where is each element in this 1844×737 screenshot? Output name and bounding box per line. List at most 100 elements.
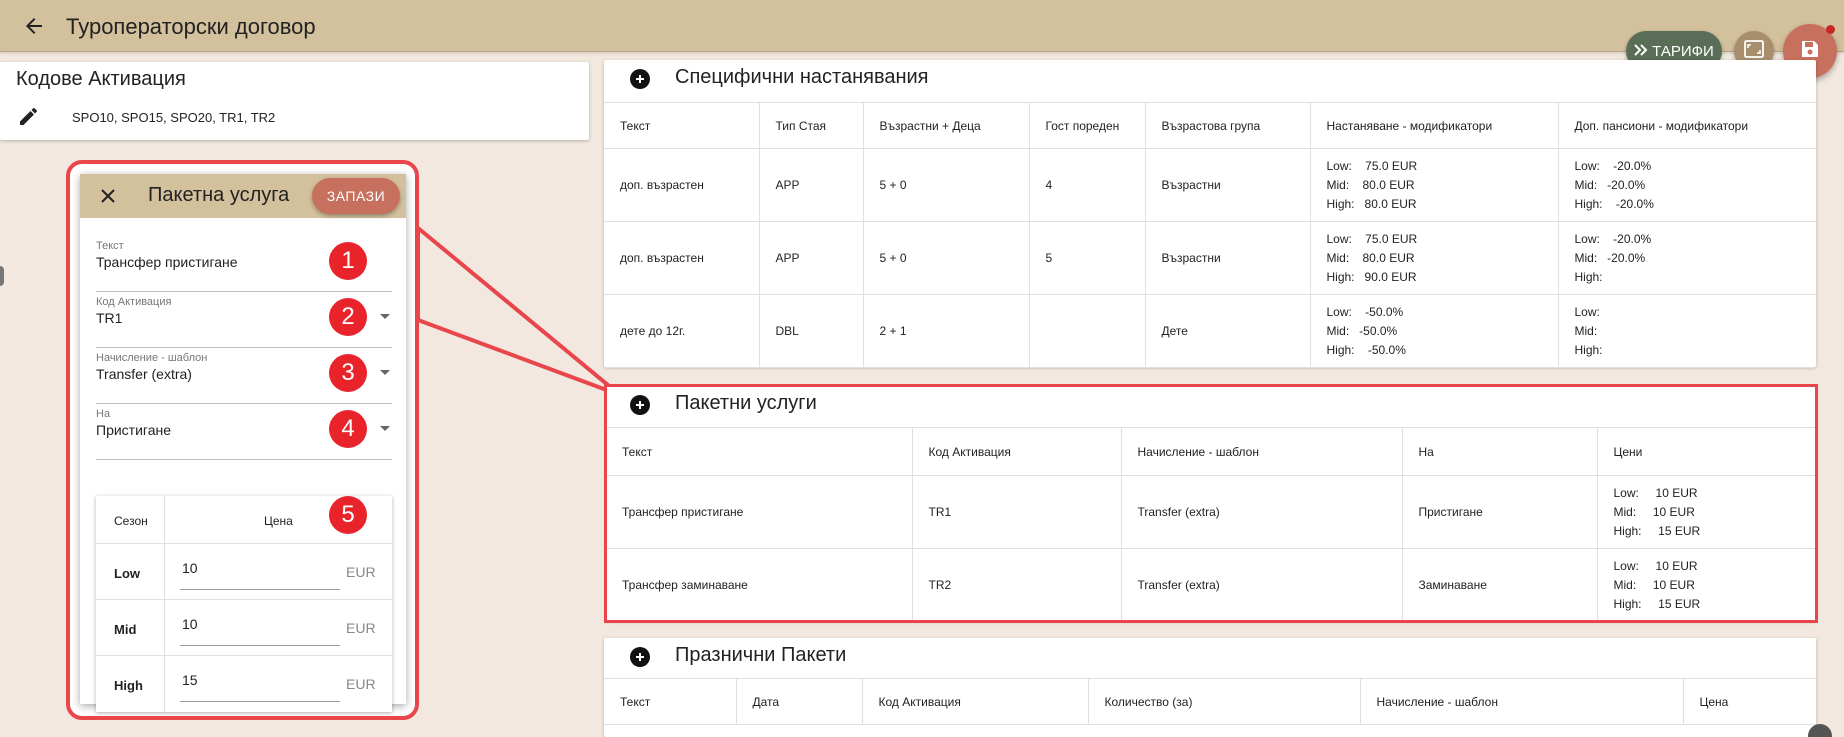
specific-accommodations-card: Специфични настанявания Текст Тип Стая В… bbox=[604, 60, 1816, 368]
mod-line: Low: -50.0% bbox=[1326, 304, 1404, 319]
step-badge-3: 3 bbox=[329, 354, 367, 392]
mod-line: Mid: bbox=[1574, 323, 1598, 338]
price-row: Mid 10 EUR bbox=[96, 600, 392, 656]
on-event-label: На bbox=[96, 408, 111, 420]
dialog-header: Пакетна услуга ЗАПАЗИ bbox=[80, 174, 406, 218]
column-header: Количество (за) bbox=[1088, 678, 1361, 725]
text-field-label: Текст bbox=[96, 240, 124, 252]
cell-guests: 5 + 0 bbox=[863, 221, 1030, 295]
season-name: Low bbox=[114, 566, 140, 581]
charge-template-label: Начисление - шаблон bbox=[96, 352, 208, 364]
cell-guests: 2 + 1 bbox=[863, 294, 1030, 368]
cell-guest-order: 4 bbox=[1029, 148, 1146, 222]
price-input[interactable]: 15 bbox=[180, 670, 340, 702]
activation-code-label: Код Активация bbox=[96, 296, 172, 308]
cell-room-type: DBL bbox=[759, 294, 864, 368]
mod-line: High: -50.0% bbox=[1326, 342, 1406, 357]
holiday-packages-title: Празнични Пакети bbox=[675, 644, 847, 666]
mod-line: High: bbox=[1574, 342, 1603, 357]
price-input[interactable]: 10 bbox=[180, 558, 340, 590]
package-service-callout: Пакетна услуга ЗАПАЗИ Текст Трансфер при… bbox=[66, 160, 419, 720]
price-input[interactable]: 10 bbox=[180, 614, 340, 646]
mod-line: High: 90.0 EUR bbox=[1326, 269, 1417, 284]
table-row[interactable]: доп. възрастен APP 5 + 0 5 Възрастни Low… bbox=[604, 221, 1816, 295]
caret-down-icon bbox=[380, 426, 390, 431]
price-value: 15 bbox=[182, 672, 198, 688]
table-row[interactable]: доп. възрастен APP 5 + 0 4 Възрастни Low… bbox=[604, 148, 1816, 222]
holiday-packages-card: Празнични Пакети Текст Дата Код Активаци… bbox=[604, 638, 1816, 737]
activation-codes-value: SPO10, SPO15, SPO20, TR1, TR2 bbox=[72, 110, 276, 125]
column-header: Код Активация bbox=[862, 678, 1089, 725]
cell-accommodation-mods: Low: 75.0 EUR Mid: 80.0 EUR High: 90.0 E… bbox=[1310, 221, 1559, 295]
column-header: Дата bbox=[736, 678, 863, 725]
column-header: Текст bbox=[604, 678, 737, 725]
step-badge-4: 4 bbox=[329, 410, 367, 448]
add-circle-icon[interactable] bbox=[630, 647, 650, 667]
mod-line: Mid: -20.0% bbox=[1574, 177, 1646, 192]
currency-suffix: EUR bbox=[346, 564, 376, 580]
column-header: Тип Стая bbox=[759, 102, 864, 149]
column-header: Текст bbox=[604, 102, 760, 149]
mod-line: Low: -20.0% bbox=[1574, 231, 1652, 246]
currency-suffix: EUR bbox=[346, 620, 376, 636]
activation-code-value: TR1 bbox=[96, 310, 123, 326]
add-circle-icon[interactable] bbox=[630, 69, 650, 89]
price-row: High 15 EUR bbox=[96, 656, 392, 712]
charge-template-value: Transfer (extra) bbox=[96, 366, 192, 382]
text-field-value: Трансфер пристигане bbox=[96, 254, 238, 270]
mod-line: Low: -20.0% bbox=[1574, 158, 1652, 173]
cell-guest-order: 5 bbox=[1029, 221, 1146, 295]
cell-board-mods: Low: -20.0% Mid: -20.0% High: -20.0% bbox=[1558, 148, 1816, 222]
holiday-packages-table: Текст Дата Код Активация Количество (за)… bbox=[604, 678, 1816, 725]
cell-room-type: APP bbox=[759, 221, 864, 295]
activation-codes-card: Кодове Активация SPO10, SPO15, SPO20, TR… bbox=[0, 62, 589, 140]
specific-accommodations-table: Текст Тип Стая Възрастни + Деца Гост пор… bbox=[604, 102, 1816, 368]
cell-guest-order bbox=[1029, 294, 1146, 368]
currency-suffix: EUR bbox=[346, 676, 376, 692]
side-drawer-handle[interactable] bbox=[0, 266, 4, 286]
table-header-row: Текст Дата Код Активация Количество (за)… bbox=[604, 678, 1816, 725]
season-name: Mid bbox=[114, 622, 137, 637]
mod-line: Mid: -50.0% bbox=[1326, 323, 1398, 338]
cell-board-mods: Low: Mid: High: bbox=[1558, 294, 1816, 368]
step-badge-5: 5 bbox=[329, 496, 367, 534]
dialog-save-button[interactable]: ЗАПАЗИ bbox=[312, 178, 400, 214]
cell-text: доп. възрастен bbox=[604, 221, 760, 295]
column-header: Доп. пансиони - модификатори bbox=[1558, 102, 1816, 149]
package-service-dialog: Пакетна услуга ЗАПАЗИ Текст Трансфер при… bbox=[80, 174, 406, 712]
help-fab-button[interactable] bbox=[1808, 724, 1832, 737]
price-header: Цена bbox=[264, 514, 293, 528]
pencil-icon[interactable] bbox=[18, 107, 38, 132]
price-value: 10 bbox=[182, 616, 198, 632]
table-row[interactable]: дете до 12г. DBL 2 + 1 Дете Low: -50.0% … bbox=[604, 294, 1816, 368]
specific-accommodations-title: Специфични настанявания bbox=[675, 66, 929, 88]
on-event-value: Пристигане bbox=[96, 422, 172, 438]
activation-codes-title: Кодове Активация bbox=[16, 68, 186, 90]
close-icon[interactable] bbox=[98, 186, 118, 206]
price-value: 10 bbox=[182, 560, 198, 576]
caret-down-icon bbox=[380, 370, 390, 375]
cell-text: дете до 12г. bbox=[604, 294, 760, 368]
highlight-frame bbox=[604, 384, 1818, 623]
mod-line: High: bbox=[1574, 269, 1603, 284]
column-header: Настаняване - модификатори bbox=[1310, 102, 1559, 149]
cell-room-type: APP bbox=[759, 148, 864, 222]
season-header: Сезон bbox=[114, 514, 148, 528]
step-badge-1: 1 bbox=[329, 242, 367, 280]
cell-accommodation-mods: Low: 75.0 EUR Mid: 80.0 EUR High: 80.0 E… bbox=[1310, 148, 1559, 222]
price-row: Low 10 EUR bbox=[96, 544, 392, 600]
cell-accommodation-mods: Low: -50.0% Mid: -50.0% High: -50.0% bbox=[1310, 294, 1559, 368]
mod-line: Low: 75.0 EUR bbox=[1326, 231, 1418, 246]
season-name: High bbox=[114, 678, 143, 693]
back-arrow-icon[interactable] bbox=[20, 12, 48, 40]
cell-guests: 5 + 0 bbox=[863, 148, 1030, 222]
dialog-title: Пакетна услуга bbox=[148, 184, 290, 206]
step-badge-2: 2 bbox=[329, 298, 367, 336]
cell-age-group: Възрастни bbox=[1145, 221, 1311, 295]
tarifi-label: ТАРИФИ bbox=[1652, 42, 1714, 60]
double-chevron-right-icon bbox=[1634, 43, 1648, 60]
cell-text: доп. възрастен bbox=[604, 148, 760, 222]
cell-board-mods: Low: -20.0% Mid: -20.0% High: bbox=[1558, 221, 1816, 295]
column-header: Цена bbox=[1683, 678, 1816, 725]
column-header: Възрастни + Деца bbox=[863, 102, 1030, 149]
